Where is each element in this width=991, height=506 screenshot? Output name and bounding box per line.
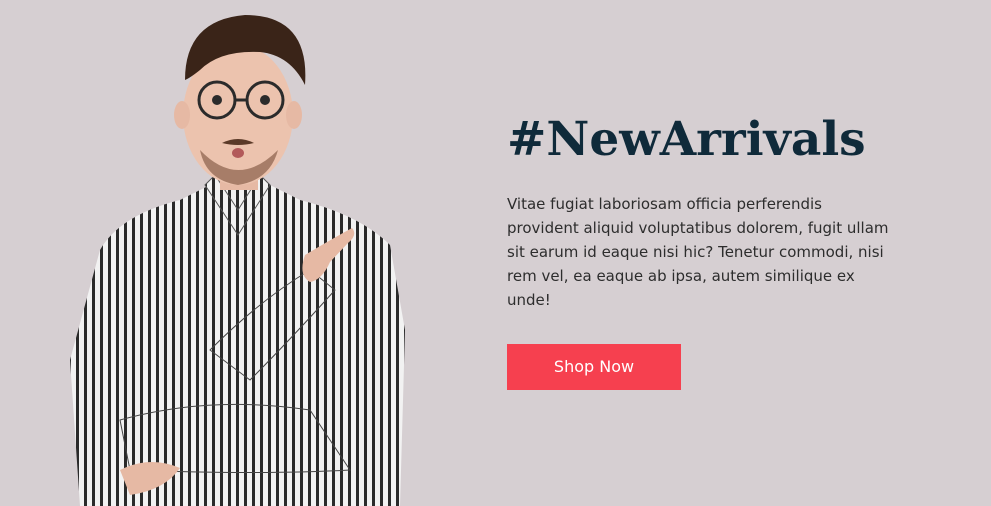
hero-headline: #NewArrivals <box>507 112 866 167</box>
man-in-striped-shirt-pointing-icon <box>70 15 405 506</box>
hero-image <box>60 0 420 506</box>
hero-content: #NewArrivals Vitae fugiat laboriosam off… <box>507 108 907 390</box>
hero-section: #NewArrivals Vitae fugiat laboriosam off… <box>0 0 991 506</box>
shop-now-button[interactable]: Shop Now <box>507 344 681 390</box>
hero-description: Vitae fugiat laboriosam officia perferen… <box>507 195 889 309</box>
